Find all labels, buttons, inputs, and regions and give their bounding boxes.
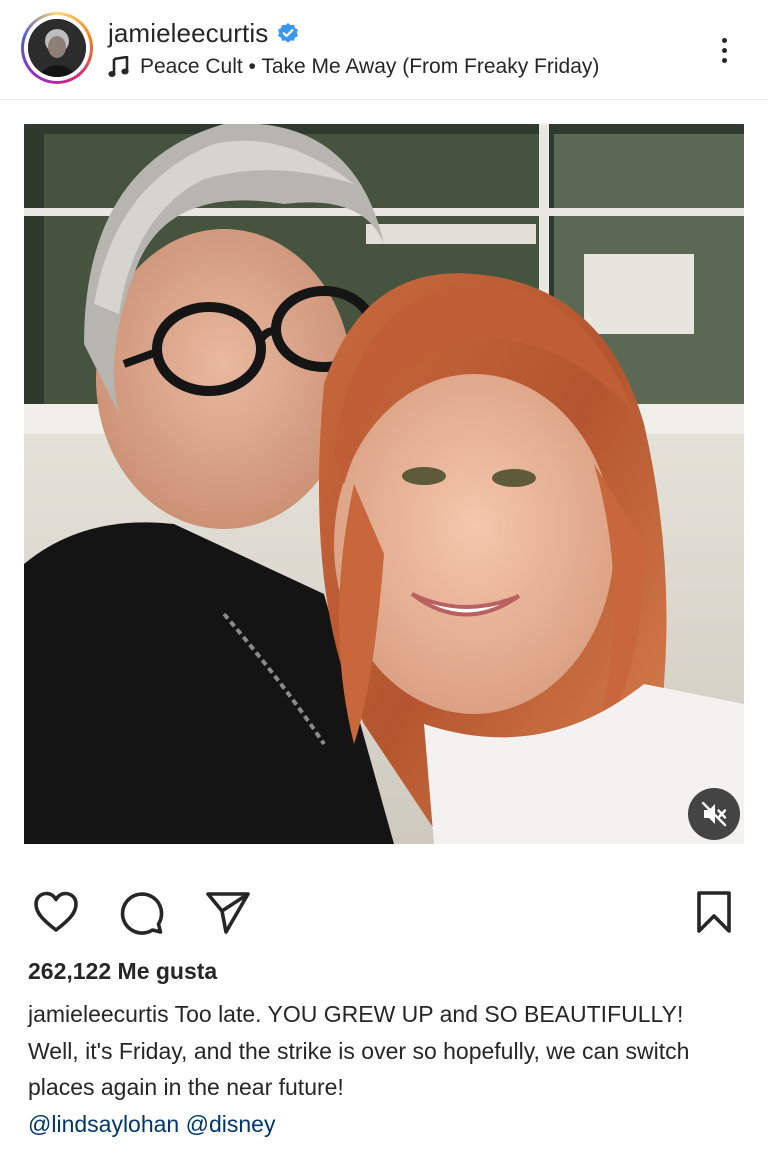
story-ring[interactable]	[21, 12, 93, 84]
post-caption: jamieleecurtis Too late. YOU GREW UP and…	[28, 996, 740, 1142]
username-row: jamieleecurtis	[108, 16, 300, 50]
mute-toggle-button[interactable]	[688, 788, 740, 840]
post-image[interactable]	[24, 124, 744, 844]
verified-badge-icon	[276, 21, 300, 45]
share-button[interactable]	[204, 888, 252, 936]
post-username[interactable]: jamieleecurtis	[108, 18, 268, 49]
speaker-muted-icon	[701, 801, 727, 827]
audio-track-label[interactable]: Peace Cult • Take Me Away (From Freaky F…	[140, 55, 599, 79]
caption-username[interactable]: jamieleecurtis	[28, 1001, 169, 1027]
bookmark-icon	[697, 891, 731, 933]
mention-link[interactable]: @disney	[186, 1111, 276, 1137]
action-bar	[0, 880, 768, 944]
comment-icon	[120, 892, 164, 935]
send-icon	[206, 892, 250, 934]
like-button[interactable]	[32, 888, 80, 936]
avatar-image	[28, 19, 86, 77]
more-options-button[interactable]	[708, 28, 740, 72]
music-note-icon	[108, 55, 130, 78]
avatar-gap	[24, 15, 90, 81]
save-button[interactable]	[690, 888, 738, 936]
heart-icon	[34, 891, 78, 932]
mention-link[interactable]: @lindsaylohan	[28, 1111, 179, 1137]
comment-button[interactable]	[117, 888, 165, 936]
avatar[interactable]	[28, 19, 86, 77]
more-vertical-icon	[721, 37, 727, 43]
more-vertical-icon-dot	[721, 47, 727, 53]
more-vertical-icon-dot	[721, 57, 727, 63]
selfie-photo	[24, 124, 744, 844]
post-header: jamieleecurtis Peace Cult • Take Me Away…	[0, 0, 768, 100]
audio-attribution[interactable]: Peace Cult • Take Me Away (From Freaky F…	[108, 52, 599, 82]
likes-count[interactable]: 262,122 Me gusta	[28, 958, 217, 985]
